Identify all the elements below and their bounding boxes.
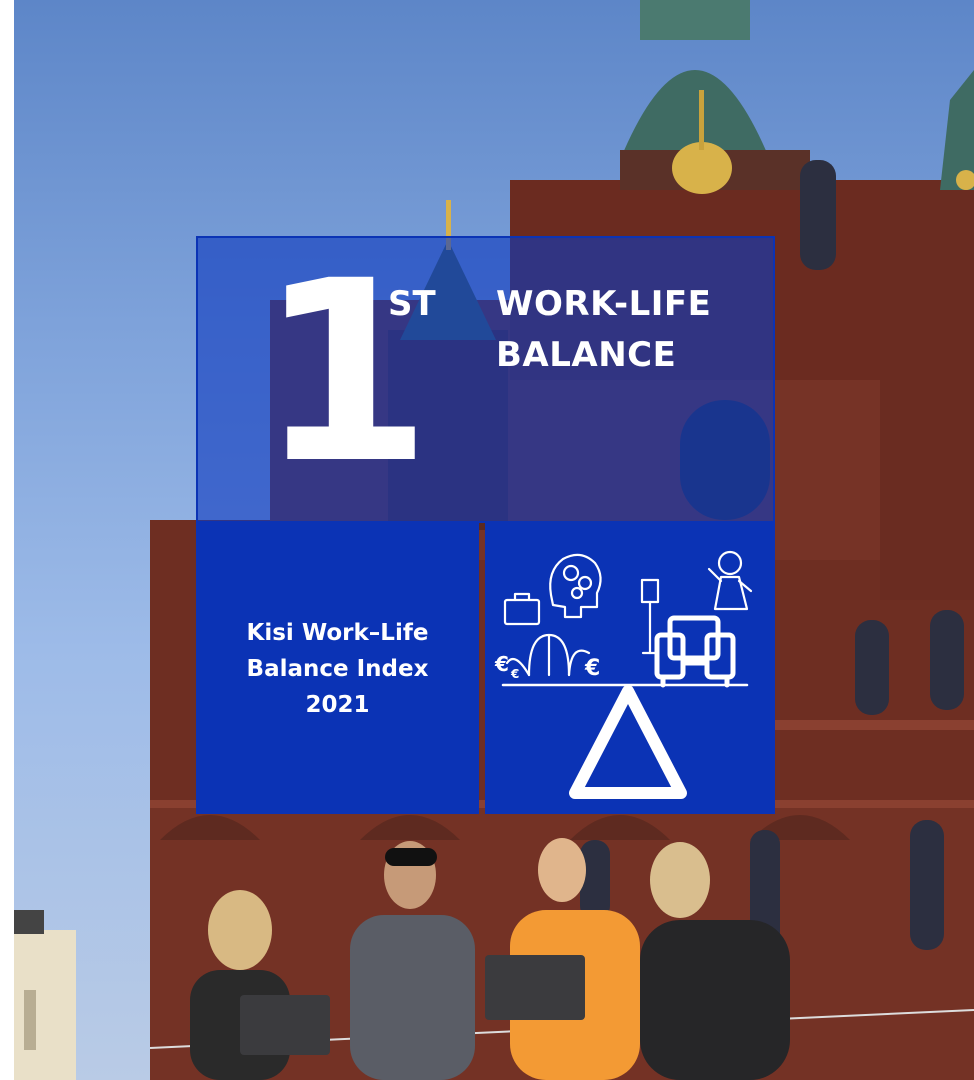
svg-text:€: € xyxy=(584,656,600,681)
rank-suffix: ST xyxy=(388,284,436,324)
index-title-line2: Balance Index xyxy=(246,655,429,682)
index-year: 2021 xyxy=(305,691,370,718)
award-card: 1 ST WORK-LIFE BALANCE Kisi Work–Life Ba… xyxy=(196,236,775,814)
svg-text:€: € xyxy=(510,667,519,681)
index-title: Kisi Work–Life Balance Index 2021 xyxy=(247,615,429,723)
people-with-laptops-photo xyxy=(190,838,790,1080)
award-title-line1: WORK-LIFE xyxy=(496,284,712,324)
left-edge xyxy=(0,0,14,1080)
head-gears-icon xyxy=(549,553,602,619)
armchair-icon xyxy=(654,615,736,688)
svg-text:€: € xyxy=(494,652,509,676)
award-title-line2: BALANCE xyxy=(496,335,677,375)
neighbouring-building xyxy=(14,910,76,1080)
balance-illustration-panel: € € € xyxy=(485,523,775,814)
child-icon xyxy=(707,550,753,611)
briefcase-icon xyxy=(503,592,541,626)
balance-scale-icon xyxy=(501,683,749,799)
index-title-line1: Kisi Work–Life xyxy=(246,619,429,646)
index-panel: Kisi Work–Life Balance Index 2021 xyxy=(196,523,479,814)
ranking-panel: 1 ST WORK-LIFE BALANCE xyxy=(196,236,775,523)
euro-fountain-icon: € € € xyxy=(494,633,600,681)
